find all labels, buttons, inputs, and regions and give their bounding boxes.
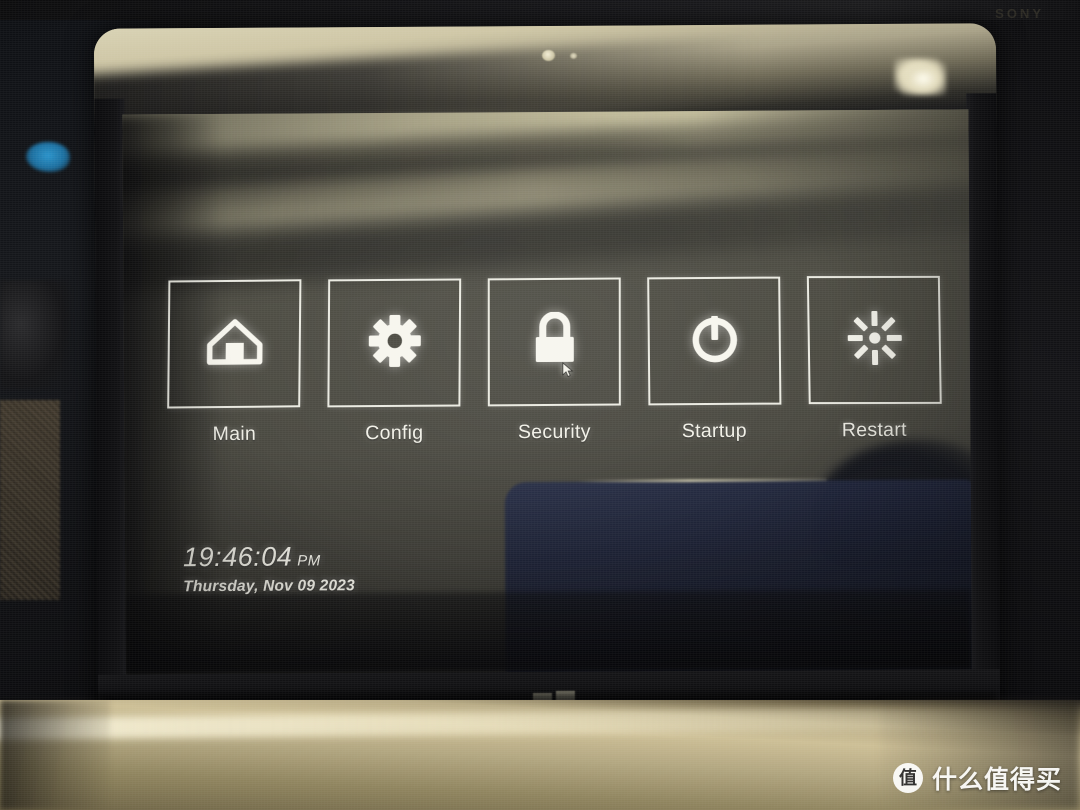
mouse-pointer-icon (561, 362, 574, 378)
bios-tile-main[interactable]: Main (163, 279, 304, 446)
tablet-top-bezel (93, 23, 997, 138)
background-blue-object (26, 142, 70, 172)
home-icon (205, 316, 264, 372)
screen-bottom-shadow (125, 589, 972, 675)
bios-tile-startup-box[interactable] (646, 276, 781, 406)
power-icon (687, 311, 742, 370)
bios-clock-meridiem: PM (297, 552, 321, 570)
bios-tile-config[interactable]: Config (323, 278, 464, 446)
bios-tile-security-box[interactable] (487, 277, 621, 407)
watermark-text: 什么值得买 (931, 766, 1062, 794)
gear-icon (367, 313, 421, 372)
bios-tile-security[interactable]: Security (483, 277, 624, 445)
background-woven-surface (0, 400, 60, 600)
restart-icon (845, 309, 902, 370)
bios-tile-config-box[interactable] (326, 278, 461, 408)
bezel-glare-spot-inner (900, 61, 947, 96)
bios-clock-date: Thursday, Nov 09 2023 (183, 577, 355, 596)
sony-logo: SONY (995, 6, 1044, 21)
bios-clock-time: 19:46:04 (183, 541, 293, 573)
bios-tile-config-label: Config (365, 421, 424, 445)
bios-tile-main-label: Main (212, 422, 257, 446)
bios-tile-restart-box[interactable] (806, 275, 942, 405)
tablet-device: Main Config Security Startup Restart 19:… (93, 23, 1001, 729)
bios-tile-startup[interactable]: Startup (643, 276, 784, 444)
watermark-badge: 值 (892, 763, 923, 793)
background-cable (0, 280, 70, 390)
photo-of-tablet-bios-screen: SONY Main Config Security Startup Restar… (0, 0, 1080, 810)
desk-left-shadow (0, 700, 110, 810)
bios-clock-time-row: 19:46:04 PM (183, 541, 355, 573)
bios-tile-restart-label: Restart (841, 418, 907, 442)
bios-clock: 19:46:04 PM Thursday, Nov 09 2023 (183, 541, 355, 596)
watermark: 值 什么值得买 (892, 760, 1062, 796)
bios-tile-restart[interactable]: Restart (803, 275, 944, 443)
bios-tile-main-box[interactable] (166, 279, 301, 409)
bios-menu-tiles: Main Config Security Startup Restart (163, 275, 944, 447)
bios-tile-security-label: Security (517, 420, 591, 444)
bios-tile-startup-label: Startup (681, 419, 747, 443)
bios-screen: Main Config Security Startup Restart 19:… (122, 109, 972, 675)
camera-icon (542, 49, 556, 62)
sensor-icon (570, 52, 578, 59)
